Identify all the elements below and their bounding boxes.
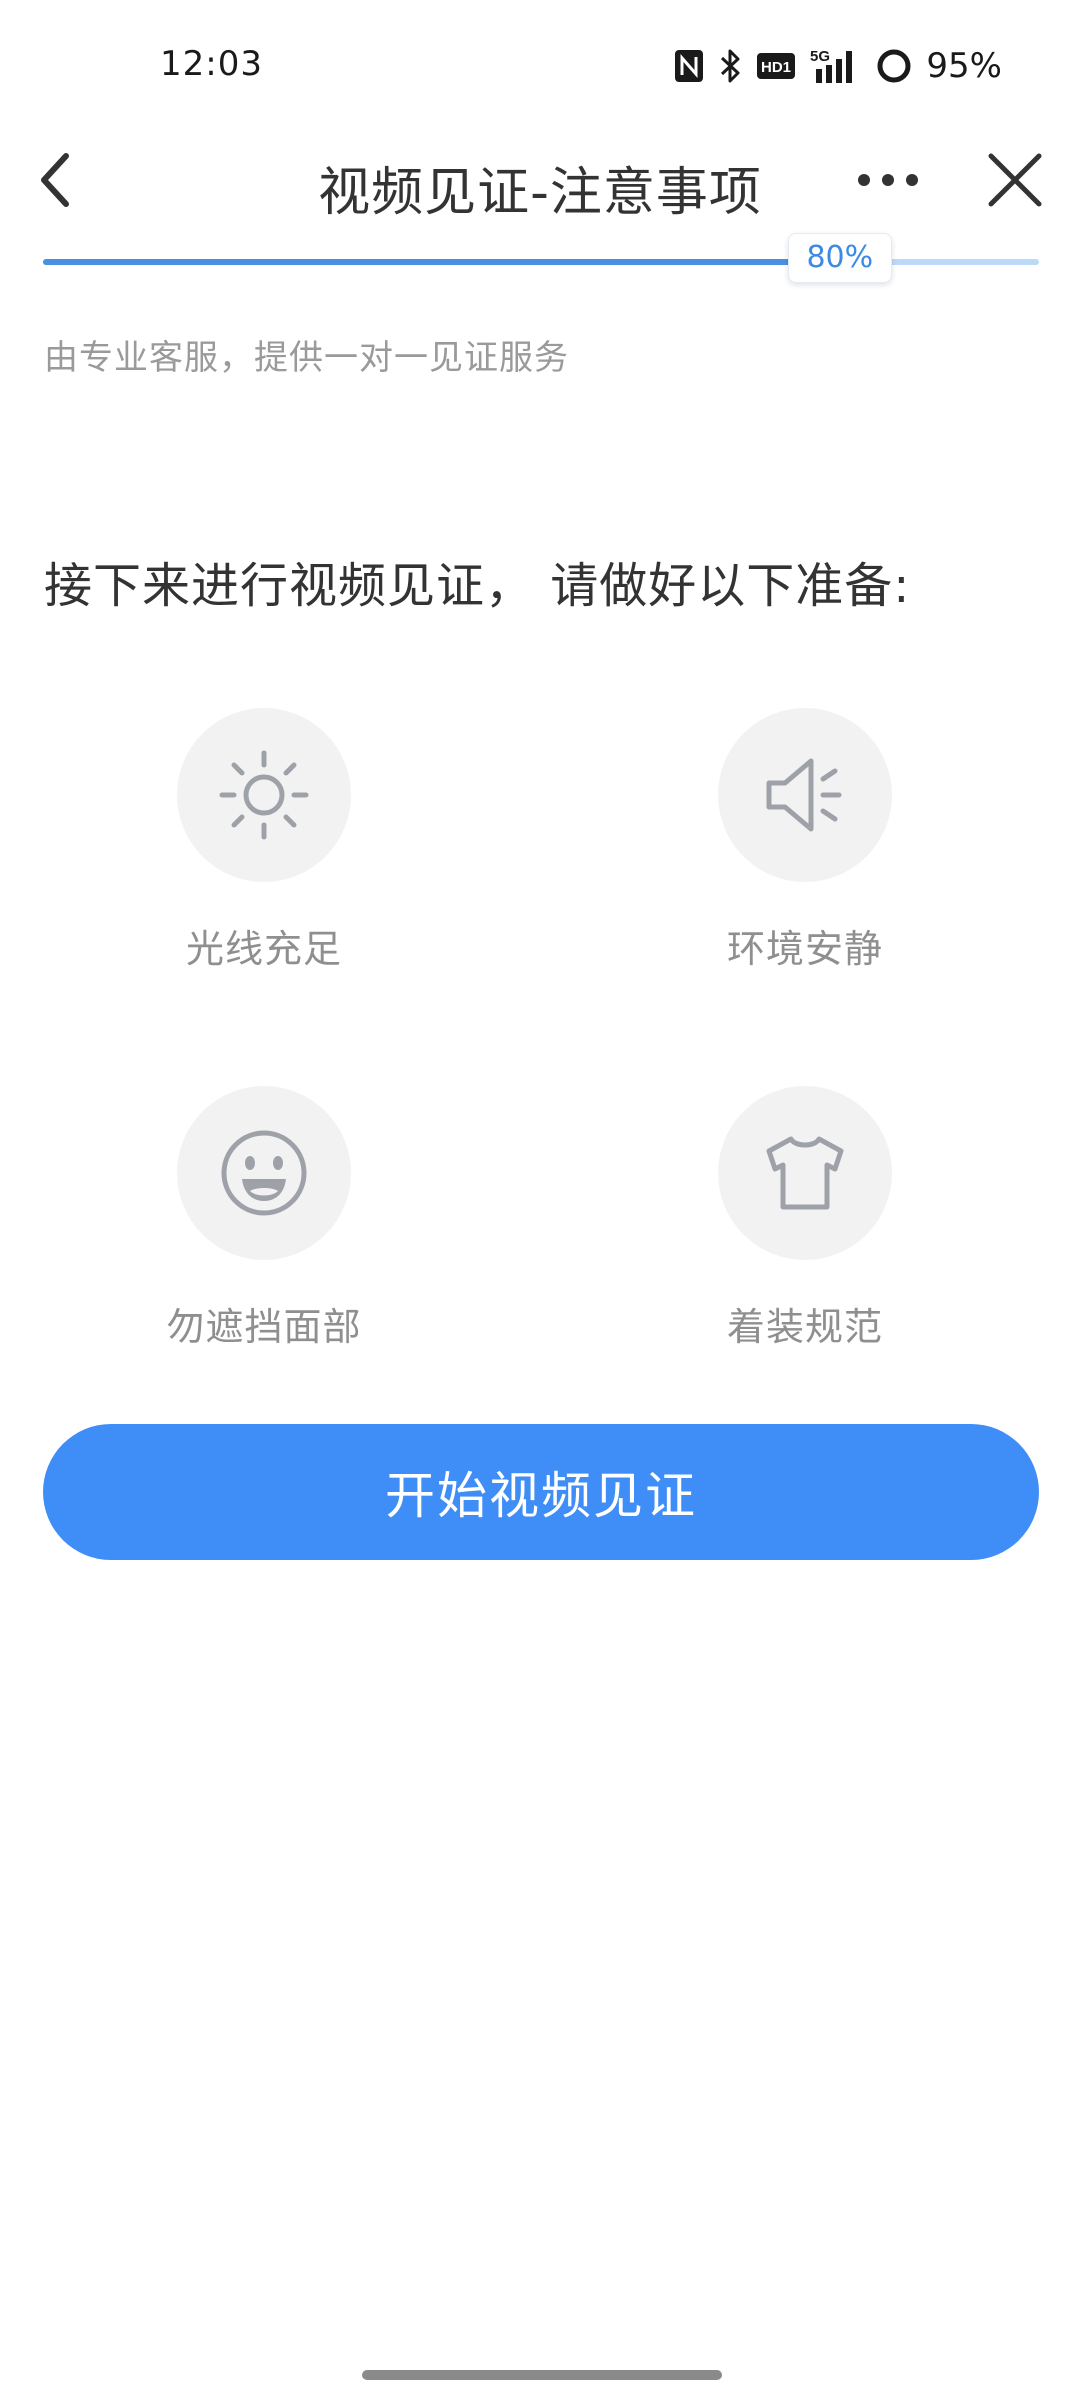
status-bar: 12:03 HD1 5G 95%: [0, 0, 1080, 130]
tip-icon-circle: [177, 708, 351, 882]
progress-bar: 80%: [43, 233, 1039, 283]
tip-face: 勿遮挡面部: [114, 1086, 414, 1351]
close-icon: [988, 153, 1042, 207]
title-bar: 视频见证-注意事项: [0, 130, 1080, 230]
home-indicator[interactable]: [362, 2370, 722, 2380]
more-button[interactable]: [840, 140, 940, 220]
status-time: 12:03: [160, 44, 263, 84]
svg-text:HD1: HD1: [761, 59, 791, 76]
svg-text:5G: 5G: [810, 48, 830, 65]
battery-percent: 95%: [926, 46, 1002, 86]
sun-icon: [219, 750, 309, 840]
5g-signal-icon: 5G: [810, 47, 862, 85]
tshirt-icon: [766, 1136, 844, 1210]
nfc-icon: [674, 49, 704, 83]
smile-face-icon: [221, 1130, 307, 1216]
tip-icon-circle: [177, 1086, 351, 1260]
close-button[interactable]: [975, 140, 1055, 220]
tip-label: 光线充足: [185, 927, 342, 971]
status-icons: HD1 5G 95%: [674, 44, 1002, 88]
tip-dress: 着装规范: [655, 1086, 955, 1351]
tip-quiet: 环境安静: [655, 708, 955, 973]
more-dots-icon: [858, 174, 918, 186]
tip-lighting: 光线充足: [114, 708, 414, 973]
subtitle: 由专业客服，提供一对一见证服务: [44, 338, 569, 378]
start-video-button[interactable]: 开始视频见证: [43, 1424, 1039, 1560]
speaker-icon: [766, 758, 842, 832]
tip-label: 着装规范: [726, 1305, 883, 1349]
progress-badge: 80%: [787, 233, 892, 283]
battery-icon: [876, 48, 912, 84]
tip-label: 勿遮挡面部: [166, 1305, 362, 1349]
preparation-prompt: 接下来进行视频见证， 请做好以下准备:: [44, 558, 911, 614]
tip-icon-circle: [718, 1086, 892, 1260]
progress-fill: [43, 259, 840, 265]
tip-label: 环境安静: [726, 927, 883, 971]
hd-icon: HD1: [756, 51, 796, 81]
bluetooth-icon: [718, 48, 742, 84]
tip-icon-circle: [718, 708, 892, 882]
